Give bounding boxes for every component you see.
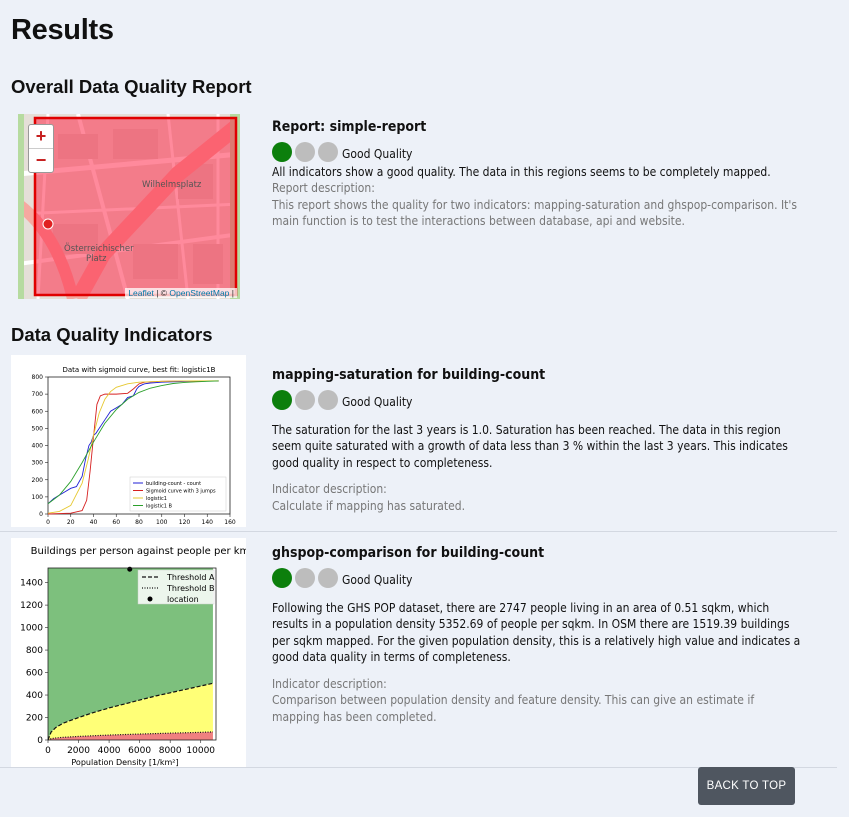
- report-summary: Report: simple-report Good Quality All i…: [272, 119, 802, 230]
- saturation-plot: Data with sigmoid curve, best fit: logis…: [11, 355, 246, 527]
- indicator-description-label: Indicator description:: [272, 676, 387, 691]
- report-description-label: Report description:: [272, 181, 375, 195]
- y-tick-label: 0: [37, 736, 43, 746]
- ghspop-chart: Buildings per person against people per …: [20, 546, 246, 767]
- red-light-icon: [318, 567, 338, 588]
- y-tick-label: 400: [32, 443, 44, 450]
- zoom-control: + −: [28, 124, 54, 173]
- quality-traffic-light: Good Quality: [272, 389, 802, 410]
- indicator-mapping-saturation: mapping-saturation for building-count Go…: [272, 367, 802, 514]
- report-description: This report shows the quality for two in…: [272, 197, 797, 229]
- indicator-result-text: Following the GHS POP dataset, there are…: [272, 600, 801, 665]
- page-title: Results: [11, 14, 114, 46]
- y-tick-label: 100: [32, 494, 44, 501]
- x-tick-label: 6000: [128, 746, 151, 756]
- legend-swatch: [147, 596, 153, 602]
- x-axis-label: Population Density [1/km²]: [71, 758, 178, 767]
- chart-title: Buildings per person against people per …: [31, 546, 246, 557]
- y-tick-label: 200: [32, 477, 44, 484]
- green-light-icon: [272, 389, 292, 410]
- x-tick-label: 140: [202, 519, 214, 526]
- y-tick-label: 1400: [20, 579, 43, 589]
- x-tick-label: 4000: [98, 746, 121, 756]
- y-tick-label: 1200: [20, 601, 43, 611]
- quality-traffic-light: Good Quality: [272, 567, 802, 588]
- x-tick-label: 100: [156, 519, 168, 526]
- yellow-light-icon: [295, 141, 315, 162]
- y-tick-label: 700: [32, 391, 44, 398]
- y-tick-label: 500: [32, 425, 44, 432]
- quality-traffic-light: Good Quality: [272, 141, 802, 162]
- y-tick-label: 600: [32, 408, 44, 415]
- quality-label: Good Quality: [342, 573, 413, 588]
- x-tick-label: 2000: [67, 746, 90, 756]
- report-map[interactable]: Wilhelmsplatz Österreichischer Platz + −…: [18, 114, 240, 299]
- indicator-ghspop-comparison: ghspop-comparison for building-count Goo…: [272, 545, 802, 725]
- x-tick-label: 20: [67, 519, 75, 526]
- y-tick-label: 600: [26, 669, 43, 679]
- indicator-result-text: The saturation for the last 3 years is 1…: [272, 422, 788, 470]
- x-tick-label: 160: [224, 519, 236, 526]
- x-tick-label: 40: [90, 519, 98, 526]
- legend-label: building-count - count: [146, 481, 201, 487]
- leaflet-link[interactable]: Leaflet: [128, 288, 154, 298]
- red-light-icon: [318, 389, 338, 410]
- indicators-section-title: Data Quality Indicators: [11, 324, 213, 345]
- zoom-out-button[interactable]: −: [29, 149, 53, 172]
- y-tick-label: 400: [26, 691, 43, 701]
- y-tick-label: 300: [32, 460, 44, 467]
- y-tick-label: 1000: [20, 624, 43, 634]
- ghspop-plot: Buildings per person against people per …: [11, 538, 246, 767]
- x-tick-label: 80: [135, 519, 143, 526]
- legend-label: location: [167, 595, 199, 604]
- legend-label: Sigmoid curve with 3 jumps: [146, 489, 216, 495]
- indicator-description: Comparison between population density an…: [272, 693, 755, 724]
- legend-label: logistic1: [146, 496, 167, 502]
- y-tick-label: 800: [26, 646, 43, 656]
- map-attribution: Leaflet | © OpenStreetMap |: [125, 288, 237, 298]
- back-to-top-button[interactable]: BACK TO TOP: [698, 767, 795, 805]
- x-tick-label: 120: [179, 519, 191, 526]
- legend-label: Threshold A: [166, 573, 215, 582]
- location-point: [127, 566, 133, 572]
- y-tick-label: 800: [32, 374, 44, 381]
- y-tick-label: 200: [26, 714, 43, 724]
- green-light-icon: [272, 141, 292, 162]
- osm-link[interactable]: OpenStreetMap: [169, 288, 229, 298]
- legend-label: Threshold B: [166, 584, 214, 593]
- indicator-divider: [0, 531, 837, 532]
- quality-label: Good Quality: [342, 395, 413, 410]
- indicator-description: Calculate if mapping has saturated.: [272, 498, 466, 513]
- report-title: Report: simple-report: [272, 119, 427, 135]
- report-section-title: Overall Data Quality Report: [11, 76, 252, 97]
- saturation-chart: Data with sigmoid curve, best fit: logis…: [32, 366, 236, 526]
- x-tick-label: 8000: [159, 746, 182, 756]
- map-label-oesterreichischer: Österreichischer: [64, 244, 134, 254]
- yellow-light-icon: [295, 567, 315, 588]
- chart-title: Data with sigmoid curve, best fit: logis…: [63, 366, 216, 374]
- map-label-wilhelmsplatz: Wilhelmsplatz: [142, 180, 202, 190]
- zoom-in-button[interactable]: +: [29, 125, 53, 149]
- attribution-end: |: [229, 288, 234, 298]
- indicator-description-label: Indicator description:: [272, 482, 387, 496]
- green-light-icon: [272, 567, 292, 588]
- attribution-separator: | ©: [153, 288, 170, 298]
- quality-label: Good Quality: [342, 147, 413, 162]
- x-tick-label: 60: [112, 519, 120, 526]
- yellow-light-icon: [295, 389, 315, 410]
- map-label-platz: Platz: [86, 254, 107, 264]
- report-result-text: All indicators show a good quality. The …: [272, 164, 771, 179]
- x-tick-label: 10000: [186, 746, 215, 756]
- legend-label: logistic1 B: [146, 504, 172, 510]
- red-light-icon: [318, 141, 338, 162]
- x-tick-label: 0: [46, 519, 50, 526]
- x-tick-label: 0: [45, 746, 51, 756]
- indicator-title: ghspop-comparison for building-count: [272, 545, 545, 561]
- y-tick-label: 0: [39, 511, 43, 518]
- indicator-title: mapping-saturation for building-count: [272, 367, 546, 383]
